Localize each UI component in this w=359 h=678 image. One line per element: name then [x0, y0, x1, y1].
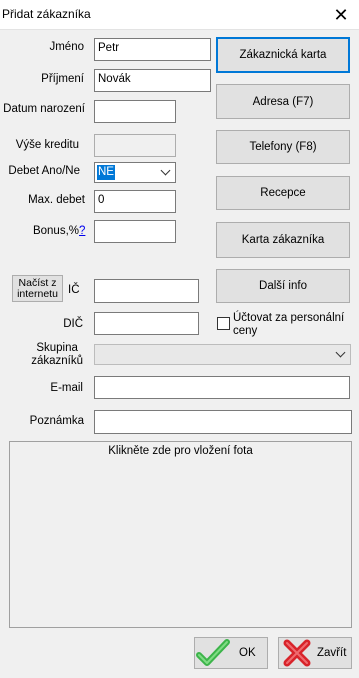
label-prijmeni: Příjmení — [41, 73, 84, 85]
email-input[interactable] — [94, 376, 350, 399]
label-ic: IČ — [68, 284, 80, 296]
dic-input[interactable] — [94, 312, 199, 335]
chevron-down-icon — [160, 165, 171, 176]
window-title: Přidat zákazníka — [2, 7, 91, 21]
karta-zakaznika-button[interactable]: Karta zákazníka — [216, 222, 350, 258]
adresa-button[interactable]: Adresa (F7) — [216, 84, 350, 119]
poznamka-input[interactable] — [94, 410, 352, 434]
vyse-kreditu-input — [94, 134, 176, 157]
dalsi-info-button[interactable]: Další info — [216, 269, 350, 303]
debet-selected-value: NE — [97, 165, 115, 180]
label-email: E-mail — [50, 382, 83, 394]
label-skupina: Skupina zákazníků — [31, 342, 83, 368]
photo-hint: Klikněte zde pro vložení fota — [108, 445, 253, 457]
label-jmeno: Jméno — [49, 41, 84, 53]
skupina-select[interactable] — [94, 344, 351, 365]
telefony-button[interactable]: Telefony (F8) — [216, 130, 350, 164]
label-skupina-line1: Skupina — [36, 342, 78, 354]
label-skupina-line2: zákazníků — [31, 355, 83, 367]
debet-select[interactable]: NE — [94, 162, 176, 183]
label-dic: DIČ — [63, 318, 83, 330]
prijmeni-input[interactable]: Novák — [94, 69, 211, 92]
uctovat-checkbox[interactable] — [217, 317, 230, 330]
green-checkmark-icon — [196, 639, 230, 666]
recepce-button[interactable]: Recepce — [216, 176, 350, 210]
uctovat-label-line1: Účtovat za personální — [233, 312, 345, 324]
label-max-debet: Max. debet — [28, 194, 85, 206]
jmeno-input[interactable]: Petr — [94, 38, 211, 61]
photo-area[interactable]: Klikněte zde pro vložení fota — [9, 441, 352, 628]
bonus-input[interactable] — [94, 220, 176, 243]
bonus-help-link[interactable]: ? — [79, 225, 85, 237]
zavrit-label: Zavřít — [317, 647, 347, 659]
ok-button[interactable]: OK — [194, 637, 268, 669]
label-datum-narozeni: Datum narození — [3, 103, 85, 115]
label-bonus: Bonus,% — [32, 225, 79, 237]
red-x-icon — [283, 639, 311, 667]
uctovat-label: Účtovat za personální ceny — [233, 312, 344, 338]
zakaznicka-karta-button[interactable]: Zákaznická karta — [216, 37, 350, 73]
close-icon[interactable]: ✕ — [326, 2, 356, 28]
label-poznamka: Poznámka — [29, 415, 84, 427]
nacist-label-line2: internetu — [17, 287, 58, 300]
uctovat-label-line2: ceny — [233, 325, 258, 337]
zavrit-button[interactable]: Zavřít — [278, 637, 352, 669]
ok-label: OK — [239, 647, 256, 659]
ic-input[interactable] — [94, 279, 199, 303]
datum-narozeni-input[interactable] — [94, 100, 176, 123]
nacist-z-internetu-button[interactable]: Načíst z internetu — [12, 275, 63, 302]
max-debet-input[interactable]: 0 — [94, 190, 176, 213]
chevron-down-icon — [335, 347, 346, 358]
label-debet-ano-ne: Debet Ano/Ne — [8, 165, 80, 177]
nacist-label-line1: Načíst z — [18, 276, 57, 289]
label-vyse-kreditu: Výše kreditu — [15, 139, 79, 151]
